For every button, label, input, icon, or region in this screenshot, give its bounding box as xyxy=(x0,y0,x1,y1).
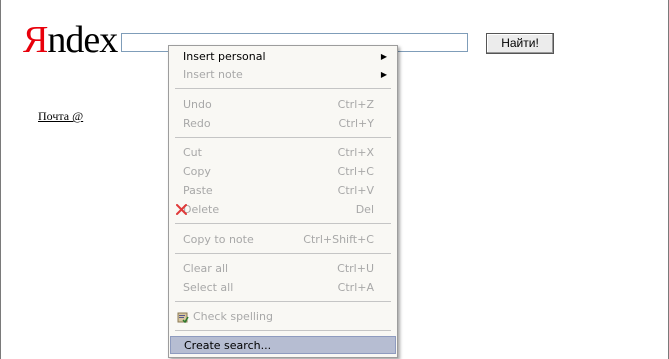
menu-shortcut: Ctrl+C xyxy=(337,165,374,178)
menu-item-label: Clear all xyxy=(183,262,229,275)
menu-separator xyxy=(175,301,391,302)
menu-separator xyxy=(175,223,391,224)
menu-item-label: Copy to note xyxy=(183,233,254,246)
menu-item-copy[interactable]: Copy Ctrl+C xyxy=(170,163,396,181)
menu-item-label: Select all xyxy=(183,281,234,294)
menu-shortcut: Del xyxy=(355,203,374,216)
menu-item-delete[interactable]: Delete Del xyxy=(170,201,396,219)
menu-item-label: Undo xyxy=(183,98,212,111)
mail-link[interactable]: Почта @ xyxy=(38,109,83,124)
spellcheck-icon xyxy=(177,312,189,323)
menu-shortcut: Ctrl+X xyxy=(337,146,374,159)
menu-item-undo[interactable]: Undo Ctrl+Z xyxy=(170,96,396,114)
menu-shortcut: Ctrl+A xyxy=(337,281,374,294)
menu-item-clear-all[interactable]: Clear all Ctrl+U xyxy=(170,260,396,278)
menu-shortcut: Ctrl+Shift+C xyxy=(303,233,374,246)
menu-item-create-search[interactable]: Create search... xyxy=(170,336,396,354)
search-button[interactable]: Найти! xyxy=(486,33,554,54)
menu-item-label: Paste xyxy=(183,184,213,197)
menu-item-label: Insert note xyxy=(183,68,243,81)
menu-item-paste[interactable]: Paste Ctrl+V xyxy=(170,182,396,200)
menu-item-label: Insert personal xyxy=(183,50,266,63)
menu-shortcut: Ctrl+V xyxy=(337,184,374,197)
menu-separator xyxy=(175,88,391,89)
menu-item-select-all[interactable]: Select all Ctrl+A xyxy=(170,279,396,297)
menu-item-insert-personal[interactable]: Insert personal ▶ xyxy=(170,48,396,66)
submenu-arrow-icon: ▶ xyxy=(380,52,387,61)
delete-x-icon xyxy=(176,204,187,215)
menu-item-label: Copy xyxy=(183,165,211,178)
menu-shortcut: Ctrl+Z xyxy=(337,98,374,111)
submenu-arrow-icon: ▶ xyxy=(380,70,387,79)
menu-item-copy-to-note[interactable]: Copy to note Ctrl+Shift+C xyxy=(170,231,396,249)
logo-rest: ndex xyxy=(47,19,118,61)
window-left-border xyxy=(0,0,1,359)
menu-shortcut: Ctrl+Y xyxy=(338,117,374,130)
menu-item-check-spelling[interactable]: Check spelling xyxy=(170,308,396,326)
context-menu: Insert personal ▶ Insert note ▶ Undo Ctr… xyxy=(168,45,398,358)
menu-item-cut[interactable]: Cut Ctrl+X xyxy=(170,144,396,162)
menu-item-label: Delete xyxy=(183,203,220,216)
menu-shortcut: Ctrl+U xyxy=(337,262,374,275)
logo-first-letter: Я xyxy=(23,19,48,61)
menu-separator xyxy=(175,330,391,331)
menu-item-label: Check spelling xyxy=(193,310,273,323)
yandex-logo[interactable]: Яndex xyxy=(23,19,118,61)
menu-item-label: Redo xyxy=(183,117,211,130)
menu-item-insert-note[interactable]: Insert note ▶ xyxy=(170,66,396,84)
menu-separator xyxy=(175,253,391,254)
menu-item-label: Cut xyxy=(183,146,202,159)
menu-item-redo[interactable]: Redo Ctrl+Y xyxy=(170,115,396,133)
menu-separator xyxy=(175,137,391,138)
menu-item-label: Create search... xyxy=(184,339,272,352)
